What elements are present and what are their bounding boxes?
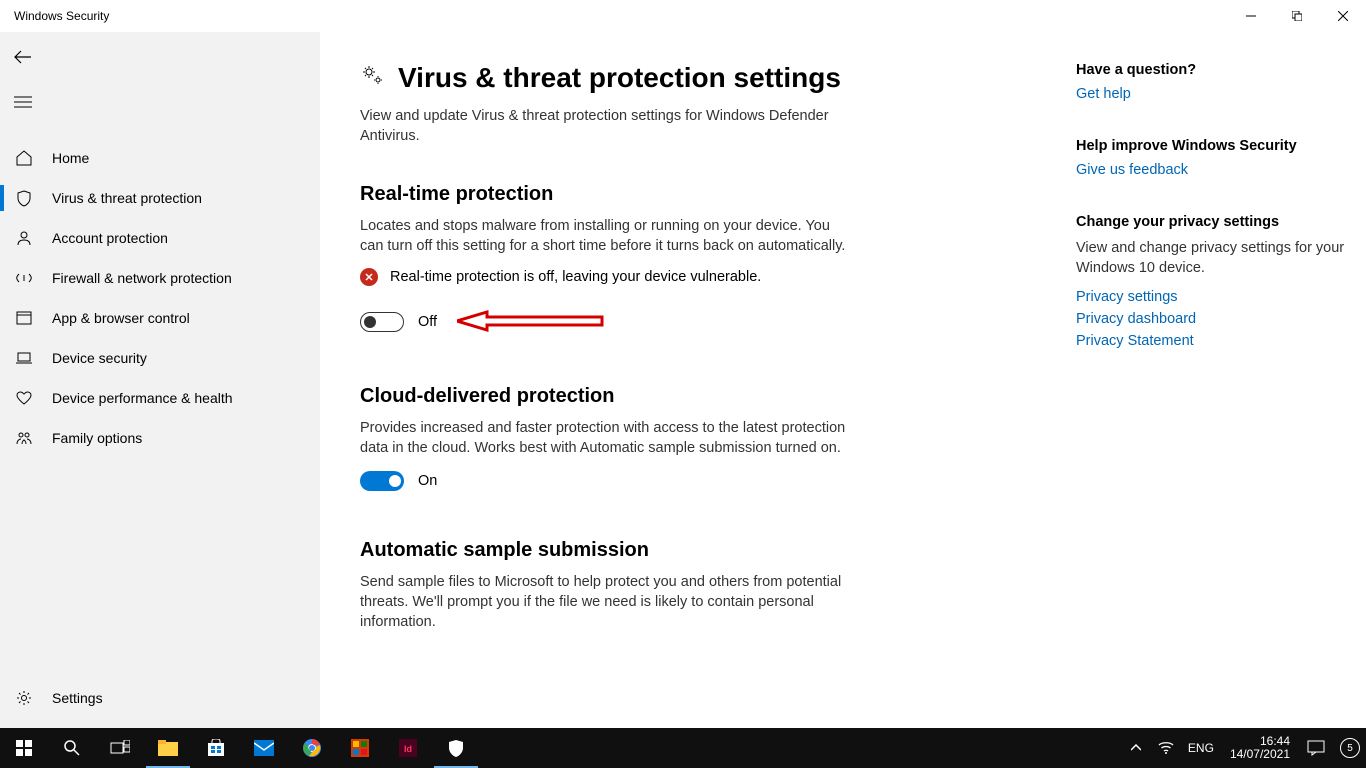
- nav-list: Home Virus & threat protection Account p…: [0, 138, 320, 678]
- error-icon: [360, 268, 378, 286]
- section-title: Real-time protection: [360, 183, 850, 206]
- nav-label: Account protection: [52, 230, 168, 246]
- section-description: Locates and stops malware from installin…: [360, 216, 850, 257]
- privacy-statement-link[interactable]: Privacy Statement: [1076, 333, 1346, 349]
- content: Virus & threat protection settings View …: [320, 32, 1366, 728]
- nav-label: Virus & threat protection: [52, 190, 202, 206]
- gear-icon: [14, 689, 34, 707]
- warning-row: Real-time protection is off, leaving you…: [360, 268, 850, 286]
- back-button[interactable]: [0, 40, 320, 79]
- section-title: Automatic sample submission: [360, 539, 850, 562]
- nav-label: Device security: [52, 350, 147, 366]
- notifications-button[interactable]: [1300, 728, 1332, 768]
- svg-text:Id: Id: [404, 744, 412, 754]
- question-heading: Have a question?: [1076, 62, 1346, 78]
- language-indicator[interactable]: ENG: [1182, 741, 1220, 755]
- get-help-link[interactable]: Get help: [1076, 86, 1346, 102]
- taskview-button[interactable]: [96, 728, 144, 768]
- nav-label: Home: [52, 150, 89, 166]
- family-icon: [14, 429, 34, 447]
- window-title: Windows Security: [14, 9, 109, 23]
- nav-virus-threat[interactable]: Virus & threat protection: [0, 178, 320, 218]
- signal-icon: [14, 269, 34, 287]
- nav-firewall[interactable]: Firewall & network protection: [0, 258, 320, 298]
- warning-text: Real-time protection is off, leaving you…: [390, 269, 761, 285]
- notification-count[interactable]: 5: [1340, 738, 1360, 758]
- nav-family[interactable]: Family options: [0, 418, 320, 458]
- privacy-dashboard-link[interactable]: Privacy dashboard: [1076, 311, 1346, 327]
- security-icon[interactable]: [432, 728, 480, 768]
- mail-icon[interactable]: [240, 728, 288, 768]
- nav-settings[interactable]: Settings: [0, 678, 320, 718]
- browser-icon: [14, 309, 34, 327]
- nav-device-health[interactable]: Device performance & health: [0, 378, 320, 418]
- page-title: Virus & threat protection settings: [398, 62, 841, 94]
- section-autosample: Automatic sample submission Send sample …: [360, 539, 850, 633]
- privacy-settings-link[interactable]: Privacy settings: [1076, 289, 1346, 305]
- nav-device-security[interactable]: Device security: [0, 338, 320, 378]
- search-button[interactable]: [48, 728, 96, 768]
- window-controls: [1228, 0, 1366, 32]
- page-description: View and update Virus & threat protectio…: [360, 106, 850, 147]
- taskbar: Id ENG 16:44 14/07/2021 5: [0, 728, 1366, 768]
- privacy-description: View and change privacy settings for you…: [1076, 238, 1346, 279]
- home-icon: [14, 149, 34, 167]
- right-column: Have a question? Get help Help improve W…: [1076, 32, 1366, 728]
- section-description: Provides increased and faster protection…: [360, 418, 850, 459]
- heart-icon: [14, 389, 34, 407]
- explorer-icon[interactable]: [144, 728, 192, 768]
- nav-label: Device performance & health: [52, 390, 233, 406]
- gears-icon: [360, 63, 386, 94]
- privacy-heading: Change your privacy settings: [1076, 214, 1346, 230]
- titlebar: Windows Security: [0, 0, 1366, 32]
- date: 14/07/2021: [1230, 748, 1290, 761]
- nav-label: Firewall & network protection: [52, 270, 232, 286]
- section-description: Send sample files to Microsoft to help p…: [360, 572, 850, 633]
- nav-account[interactable]: Account protection: [0, 218, 320, 258]
- improve-heading: Help improve Windows Security: [1076, 138, 1346, 154]
- nav-label: Settings: [52, 690, 103, 706]
- chrome-icon[interactable]: [288, 728, 336, 768]
- store-icon[interactable]: [192, 728, 240, 768]
- close-button[interactable]: [1320, 0, 1366, 32]
- indesign-icon[interactable]: Id: [384, 728, 432, 768]
- section-realtime: Real-time protection Locates and stops m…: [360, 183, 850, 338]
- nav-label: App & browser control: [52, 310, 190, 326]
- feedback-link[interactable]: Give us feedback: [1076, 162, 1346, 178]
- minimize-button[interactable]: [1228, 0, 1274, 32]
- realtime-toggle[interactable]: [360, 312, 404, 332]
- cloud-toggle[interactable]: [360, 471, 404, 491]
- arrow-annotation: [457, 308, 607, 339]
- nav-home[interactable]: Home: [0, 138, 320, 178]
- app-icon-1[interactable]: [336, 728, 384, 768]
- main-column: Virus & threat protection settings View …: [320, 32, 1076, 728]
- shield-icon: [14, 189, 34, 207]
- start-button[interactable]: [0, 728, 48, 768]
- section-title: Cloud-delivered protection: [360, 385, 850, 408]
- nav-app-browser[interactable]: App & browser control: [0, 298, 320, 338]
- section-cloud: Cloud-delivered protection Provides incr…: [360, 385, 850, 491]
- person-icon: [14, 229, 34, 247]
- hamburger-button[interactable]: [0, 85, 320, 124]
- sidebar: Home Virus & threat protection Account p…: [0, 32, 320, 728]
- toggle-state: On: [418, 473, 437, 489]
- clock[interactable]: 16:44 14/07/2021: [1224, 735, 1296, 761]
- toggle-state: Off: [418, 314, 437, 330]
- wifi-icon[interactable]: [1154, 728, 1178, 768]
- maximize-button[interactable]: [1274, 0, 1320, 32]
- tray-chevron-icon[interactable]: [1122, 728, 1150, 768]
- laptop-icon: [14, 349, 34, 367]
- nav-label: Family options: [52, 430, 142, 446]
